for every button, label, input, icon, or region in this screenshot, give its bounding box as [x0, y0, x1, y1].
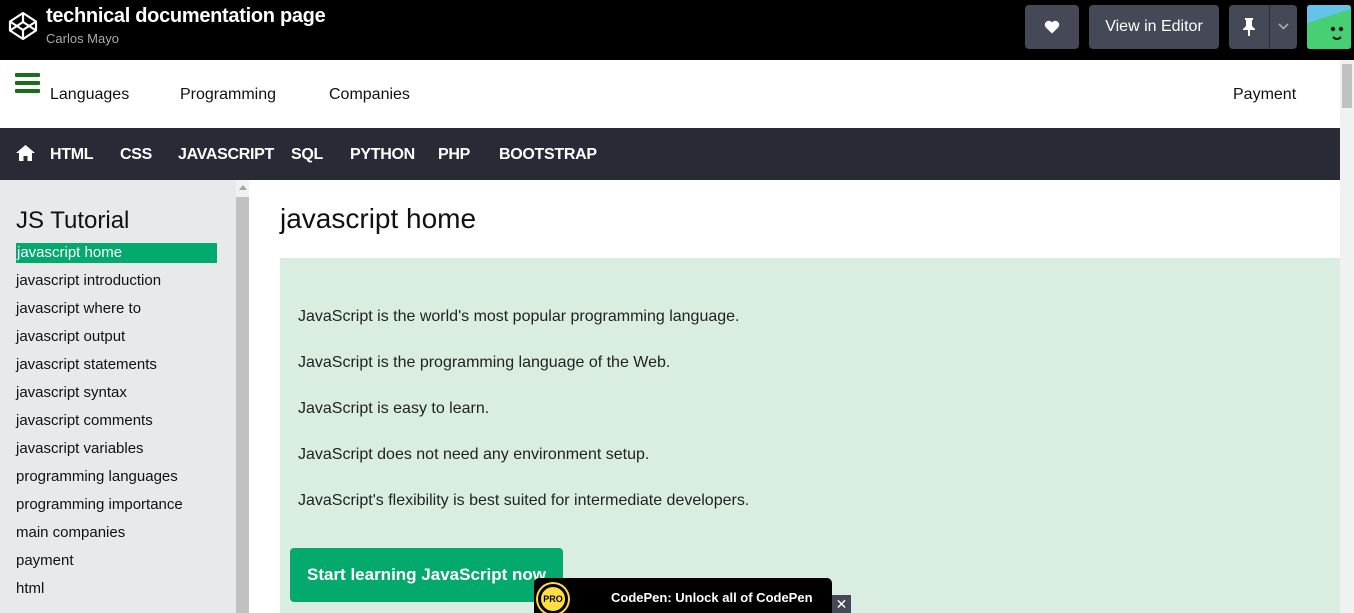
close-icon[interactable]: ✕: [832, 595, 851, 613]
category-css[interactable]: CSS: [120, 146, 152, 164]
pen-author[interactable]: Carlos Mayo: [46, 31, 119, 46]
sidebar-item[interactable]: javascript syntax: [16, 383, 217, 411]
intro-paragraph: JavaScript is the world's most popular p…: [298, 308, 740, 325]
category-bar: HTML CSS JAVASCRIPT SQL PYTHON PHP BOOTS…: [0, 128, 1354, 180]
sidebar-item[interactable]: javascript introduction: [16, 271, 217, 299]
intro-paragraph: JavaScript is easy to learn.: [298, 400, 490, 417]
sidebar-item-javascript-home[interactable]: javascript home: [16, 243, 217, 271]
sidebar-list: javascript home javascript introduction …: [16, 243, 217, 607]
codepen-pro-promo[interactable]: PRO CodePen: Unlock all of CodePen: [534, 578, 832, 613]
sidebar-item[interactable]: payment: [16, 551, 217, 579]
nav-link-companies[interactable]: Companies: [329, 86, 410, 104]
page-scrollbar[interactable]: [1340, 60, 1354, 613]
intro-paragraph: JavaScript's flexibility is best suited …: [298, 492, 750, 509]
pro-badge-icon: PRO: [538, 584, 568, 613]
promo-text[interactable]: CodePen: Unlock all of CodePen: [611, 590, 813, 605]
start-learning-button[interactable]: Start learning JavaScript now: [290, 548, 563, 602]
sidebar-scrollbar-thumb[interactable]: [236, 197, 249, 613]
sidebar-title: JS Tutorial: [16, 207, 130, 234]
category-sql[interactable]: SQL: [291, 146, 323, 164]
top-navigation: Languages Programming Companies Payment: [0, 60, 1354, 128]
sidebar-item[interactable]: javascript variables: [16, 439, 217, 467]
sidebar: JS Tutorial javascript home javascript i…: [0, 180, 236, 613]
pin-icon: [1243, 18, 1255, 36]
scroll-up-arrow-icon[interactable]: [239, 185, 247, 190]
home-icon[interactable]: [16, 145, 35, 161]
category-php[interactable]: PHP: [438, 146, 470, 164]
like-button[interactable]: [1025, 5, 1079, 49]
codepen-header: technical documentation page Carlos Mayo…: [0, 0, 1354, 60]
nav-link-programming[interactable]: Programming: [180, 86, 276, 104]
page-title: javascript home: [280, 203, 477, 234]
sidebar-item[interactable]: programming importance: [16, 495, 217, 523]
category-bootstrap[interactable]: BOOTSTRAP: [499, 146, 597, 164]
heart-icon: [1044, 20, 1060, 34]
view-in-editor-button[interactable]: View in Editor: [1089, 5, 1219, 49]
codepen-logo-icon[interactable]: [8, 11, 38, 41]
nav-link-languages[interactable]: Languages: [50, 86, 129, 104]
sidebar-item[interactable]: main companies: [16, 523, 217, 551]
intro-paragraph: JavaScript is the programming language o…: [298, 354, 671, 371]
sidebar-item[interactable]: javascript output: [16, 327, 217, 355]
sidebar-item[interactable]: html: [16, 579, 217, 607]
page-scrollbar-thumb[interactable]: [1342, 64, 1352, 108]
category-html[interactable]: HTML: [50, 146, 94, 164]
pin-button[interactable]: [1229, 5, 1297, 49]
hamburger-menu-icon[interactable]: [15, 73, 40, 93]
sidebar-scrollbar[interactable]: [236, 180, 249, 613]
nav-link-payment[interactable]: Payment: [1233, 86, 1296, 104]
category-javascript[interactable]: JAVASCRIPT: [178, 146, 274, 164]
sidebar-item[interactable]: javascript where to: [16, 299, 217, 327]
pen-preview: Languages Programming Companies Payment …: [0, 60, 1354, 613]
intro-paragraph: JavaScript does not need any environment…: [298, 446, 650, 463]
category-python[interactable]: PYTHON: [350, 146, 415, 164]
intro-panel: JavaScript is the world's most popular p…: [280, 258, 1340, 613]
chevron-down-icon[interactable]: [1278, 23, 1289, 30]
avatar[interactable]: [1307, 5, 1351, 49]
sidebar-item[interactable]: javascript statements: [16, 355, 217, 383]
sidebar-item[interactable]: javascript comments: [16, 411, 217, 439]
sidebar-item[interactable]: programming languages: [16, 467, 217, 495]
pen-title[interactable]: technical documentation page: [46, 5, 326, 28]
